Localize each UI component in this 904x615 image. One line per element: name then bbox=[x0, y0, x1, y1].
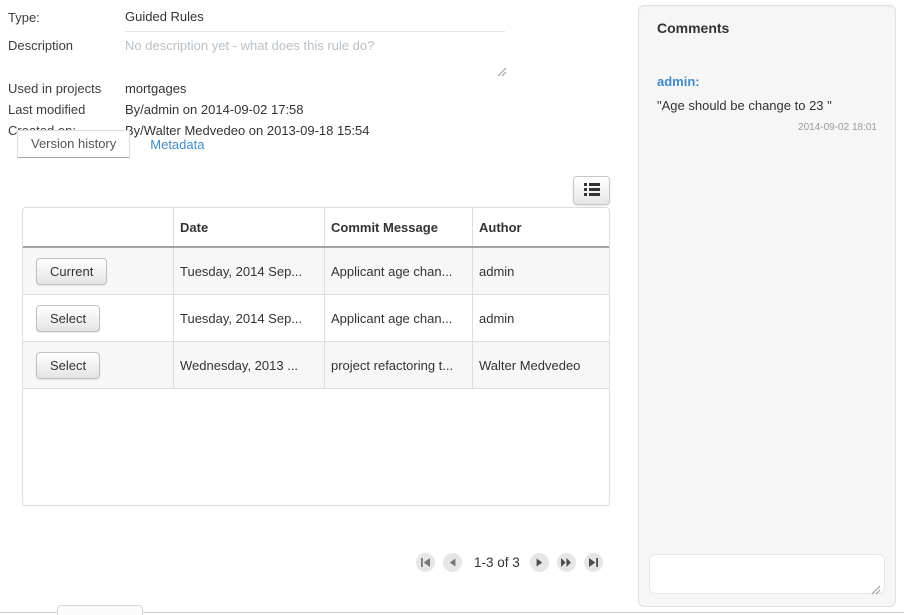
used-in-projects-label: Used in projects bbox=[8, 81, 125, 96]
comment-item: admin: "Age should be change to 23 " 201… bbox=[639, 36, 895, 133]
description-label: Description bbox=[8, 36, 125, 53]
header-date: Date bbox=[173, 208, 324, 246]
overview-screen: Type: Guided Rules Description Used in p… bbox=[0, 0, 904, 615]
comment-timestamp: 2014-09-02 18:01 bbox=[657, 122, 877, 133]
list-icon bbox=[584, 183, 600, 199]
bottom-active-tab[interactable] bbox=[57, 605, 143, 615]
comments-title: Comments bbox=[639, 6, 895, 36]
fast-forward-button[interactable] bbox=[557, 553, 576, 572]
header-commit-message: Commit Message bbox=[324, 208, 472, 246]
used-in-projects-row: Used in projects mortgages bbox=[8, 78, 508, 99]
previous-page-button[interactable] bbox=[443, 553, 462, 572]
last-modified-value: By/admin on 2014-09-02 17:58 bbox=[125, 102, 304, 117]
table-header-row: Date Commit Message Author bbox=[23, 208, 609, 248]
used-in-projects-value: mortgages bbox=[125, 81, 186, 96]
tab-version-history[interactable]: Version history bbox=[17, 130, 130, 158]
description-row: Description bbox=[8, 36, 508, 72]
select-version-button[interactable]: Select bbox=[36, 352, 100, 379]
last-page-button[interactable] bbox=[584, 553, 603, 572]
header-action bbox=[23, 208, 173, 246]
description-textarea[interactable] bbox=[125, 36, 505, 70]
next-page-button[interactable] bbox=[530, 553, 549, 572]
description-field-wrap bbox=[125, 36, 505, 72]
first-page-button[interactable] bbox=[416, 553, 435, 572]
resize-handle-icon[interactable] bbox=[871, 582, 881, 592]
comment-text: "Age should be change to 23 " bbox=[657, 98, 877, 113]
last-page-icon bbox=[589, 558, 598, 567]
new-comment-textarea[interactable] bbox=[649, 554, 885, 594]
type-value: Guided Rules bbox=[125, 7, 204, 24]
pagination-range-label: 1-3 of 3 bbox=[474, 555, 520, 570]
table-row: Select Wednesday, 2013 ... project refac… bbox=[23, 342, 609, 389]
cell-commit-message: Applicant age chan... bbox=[324, 295, 472, 341]
comments-panel: Comments admin: "Age should be change to… bbox=[638, 5, 896, 607]
version-list-button[interactable] bbox=[573, 176, 610, 205]
last-modified-row: Last modified By/admin on 2014-09-02 17:… bbox=[8, 99, 508, 120]
comment-author: admin: bbox=[657, 74, 877, 89]
tab-metadata[interactable]: Metadata bbox=[150, 137, 204, 152]
table-row: Current Tuesday, 2014 Sep... Applicant a… bbox=[23, 248, 609, 295]
header-author: Author bbox=[472, 208, 609, 246]
cell-author: admin bbox=[472, 248, 609, 294]
version-history-table: Date Commit Message Author Current Tuesd… bbox=[22, 207, 610, 506]
type-row: Type: Guided Rules bbox=[8, 8, 508, 32]
current-version-button[interactable]: Current bbox=[36, 258, 107, 285]
asset-metadata-form: Type: Guided Rules Description Used in p… bbox=[8, 8, 508, 141]
pagination: 1-3 of 3 bbox=[416, 553, 603, 572]
cell-commit-message: Applicant age chan... bbox=[324, 248, 472, 294]
previous-page-icon bbox=[449, 558, 457, 567]
table-row: Select Tuesday, 2014 Sep... Applicant ag… bbox=[23, 295, 609, 342]
type-label: Type: bbox=[8, 8, 125, 25]
fast-forward-icon bbox=[561, 558, 571, 567]
cell-date: Wednesday, 2013 ... bbox=[173, 342, 324, 388]
last-modified-label: Last modified bbox=[8, 102, 125, 117]
first-page-icon bbox=[421, 558, 430, 567]
cell-date: Tuesday, 2014 Sep... bbox=[173, 248, 324, 294]
next-page-icon bbox=[535, 558, 543, 567]
cell-commit-message: project refactoring t... bbox=[324, 342, 472, 388]
resize-handle-icon[interactable] bbox=[497, 64, 507, 74]
cell-date: Tuesday, 2014 Sep... bbox=[173, 295, 324, 341]
cell-author: Walter Medvedeo bbox=[472, 342, 609, 388]
overview-tabs: Version history Metadata bbox=[17, 130, 204, 158]
select-version-button[interactable]: Select bbox=[36, 305, 100, 332]
type-field: Guided Rules bbox=[125, 8, 505, 32]
new-comment-field-wrap bbox=[649, 554, 885, 594]
cell-author: admin bbox=[472, 295, 609, 341]
